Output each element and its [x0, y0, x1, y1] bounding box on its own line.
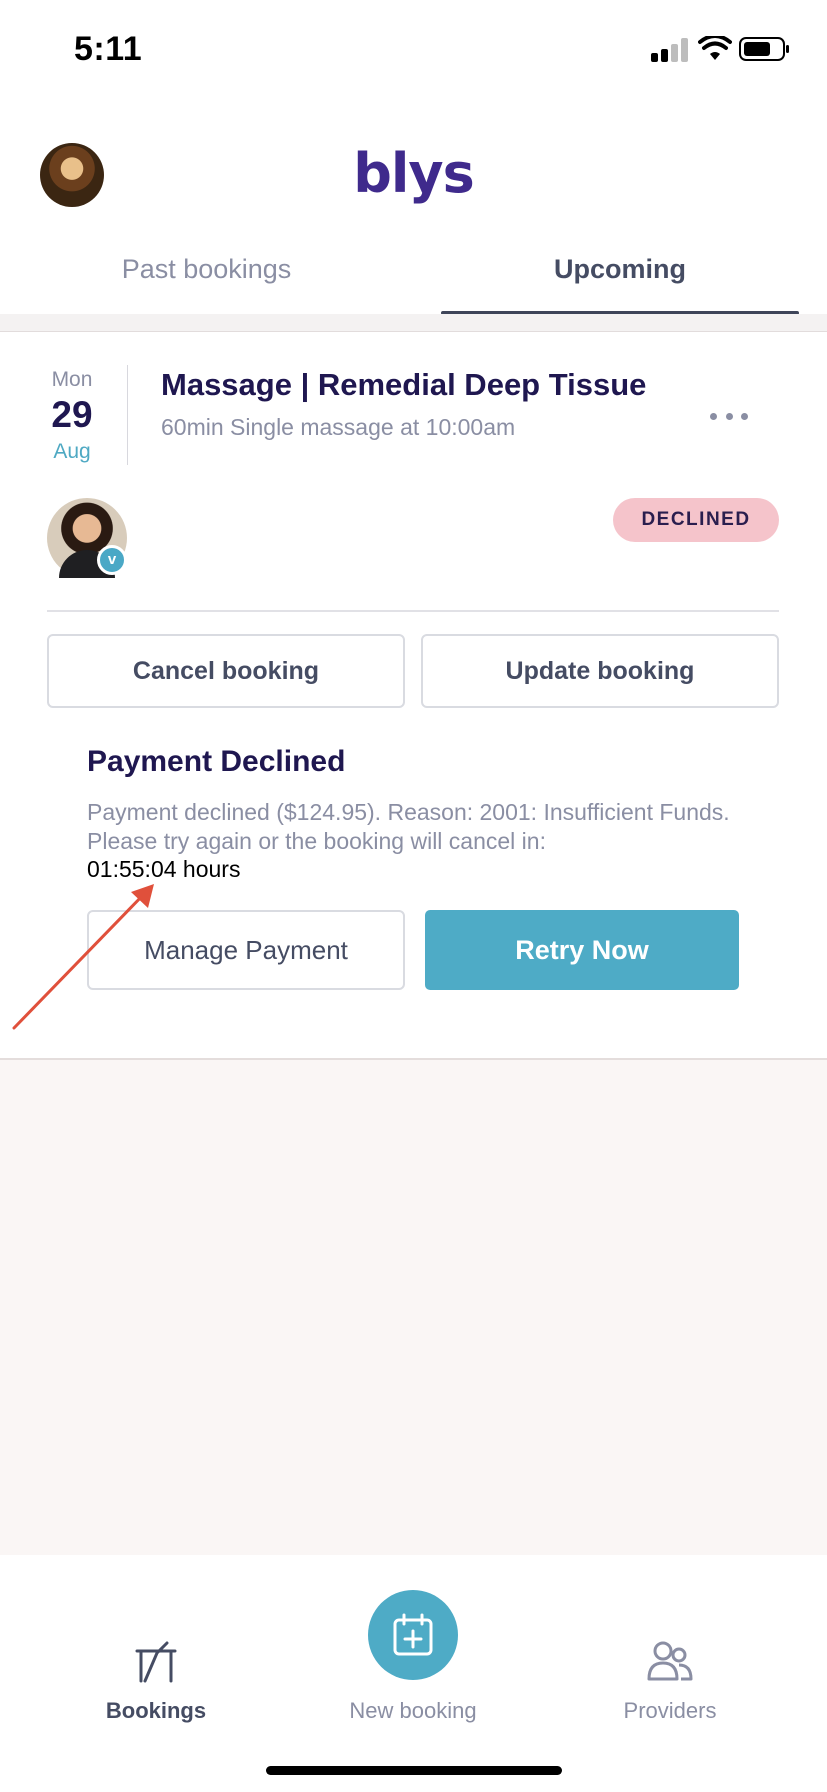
calendar-plus-icon: [393, 1613, 433, 1656]
update-booking-button[interactable]: Update booking: [421, 634, 779, 708]
status-badge: DECLINED: [613, 498, 779, 542]
status-bar: 5:11: [0, 0, 827, 100]
battery-icon: [739, 37, 789, 61]
blys-logo: blys: [353, 142, 475, 205]
home-indicator[interactable]: [266, 1766, 562, 1775]
payment-declined-message: Payment declined ($124.95). Reason: 2001…: [87, 799, 730, 854]
new-booking-fab[interactable]: [368, 1590, 458, 1680]
providers-icon: [647, 1641, 693, 1681]
card-divider: [47, 610, 779, 612]
annotation-arrow-icon: [12, 884, 154, 1030]
bottom-nav: Bookings New booking Providers: [0, 1555, 827, 1792]
wifi-icon: [698, 36, 732, 60]
tab-upcoming[interactable]: Upcoming: [441, 245, 799, 315]
status-time: 5:11: [74, 30, 143, 68]
retry-now-button[interactable]: Retry Now: [425, 910, 739, 990]
more-options-icon[interactable]: [702, 404, 756, 428]
header-divider: [0, 314, 827, 332]
booking-month: Aug: [53, 440, 91, 463]
nav-label-providers: Providers: [623, 1698, 717, 1723]
verified-badge-icon: v: [97, 545, 127, 575]
booking-day: 29: [51, 394, 93, 435]
booking-title: Massage | Remedial Deep Tissue: [161, 367, 647, 402]
cancel-booking-button[interactable]: Cancel booking: [47, 634, 405, 708]
signal-icon: [651, 38, 691, 62]
booking-weekday: Mon: [51, 368, 93, 391]
bookings-icon: [135, 1641, 177, 1683]
nav-label-new-booking: New booking: [349, 1698, 477, 1723]
date-divider: [127, 365, 128, 465]
booking-subtitle: 60min Single massage at 10:00am: [161, 414, 516, 440]
tab-past-bookings[interactable]: Past bookings: [30, 245, 383, 315]
app-header: blys Past bookings Upcoming: [0, 100, 827, 315]
payment-declined-title: Payment Declined: [87, 745, 346, 778]
nav-label-bookings: Bookings: [105, 1698, 207, 1723]
